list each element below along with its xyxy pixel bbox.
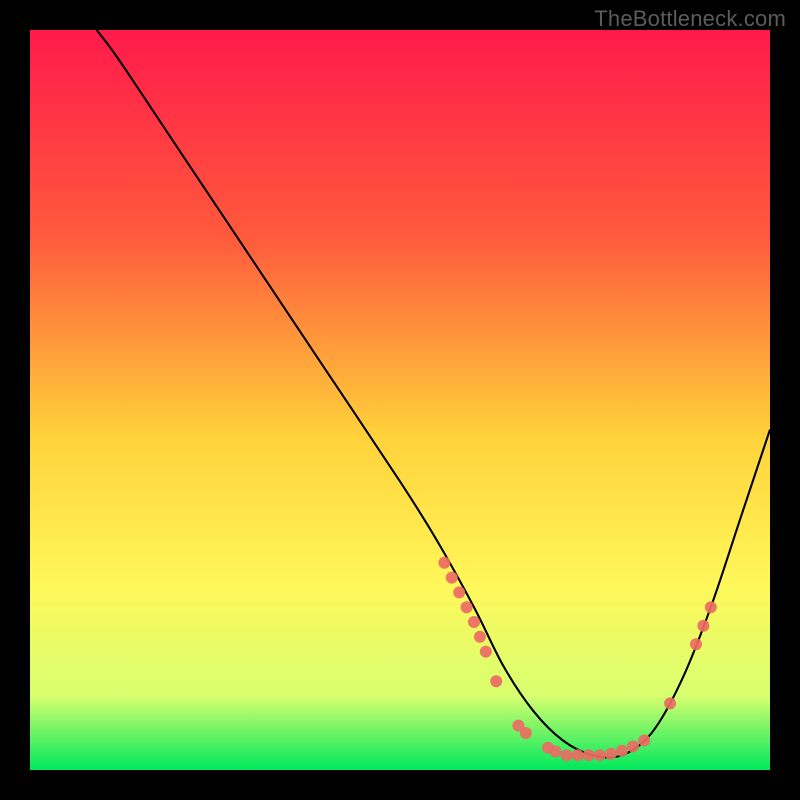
data-marker xyxy=(594,749,606,761)
data-marker xyxy=(549,746,561,758)
watermark-text: TheBottleneck.com xyxy=(594,6,786,32)
bottleneck-chart xyxy=(30,30,770,770)
data-marker xyxy=(438,557,450,569)
data-marker xyxy=(638,734,650,746)
data-marker xyxy=(561,749,573,761)
data-marker xyxy=(627,740,639,752)
data-marker xyxy=(474,631,486,643)
data-marker xyxy=(520,727,532,739)
data-marker xyxy=(490,675,502,687)
data-marker xyxy=(664,697,676,709)
data-marker xyxy=(446,572,458,584)
data-marker xyxy=(583,749,595,761)
chart-background xyxy=(30,30,770,770)
data-marker xyxy=(461,601,473,613)
data-marker xyxy=(690,638,702,650)
data-marker xyxy=(572,749,584,761)
data-marker xyxy=(705,601,717,613)
data-marker xyxy=(480,646,492,658)
data-marker xyxy=(616,745,628,757)
data-marker xyxy=(605,748,617,760)
chart-svg xyxy=(30,30,770,770)
data-marker xyxy=(453,586,465,598)
data-marker xyxy=(697,620,709,632)
data-marker xyxy=(468,616,480,628)
